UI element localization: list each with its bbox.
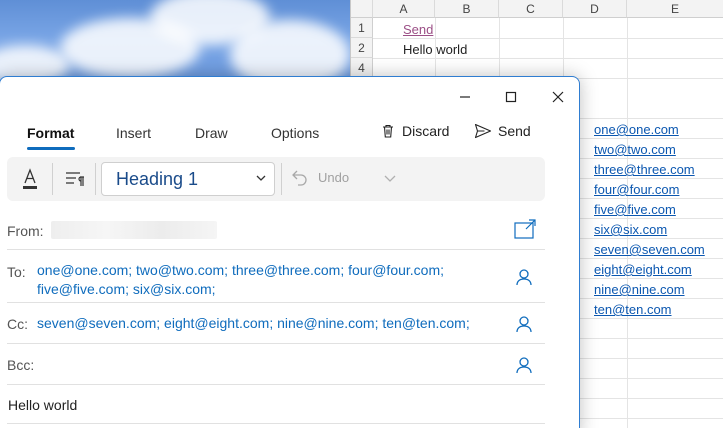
to-address-book-button[interactable] (515, 268, 533, 286)
send-label: Send (498, 123, 531, 139)
tab-options[interactable]: Options (271, 125, 319, 141)
bcc-label: Bcc: (7, 357, 35, 373)
email-cell[interactable]: six@six.com (594, 222, 667, 237)
column-header-d[interactable]: D (563, 0, 627, 18)
to-recipients-line: five@five.com; six@six.com; (37, 281, 216, 297)
from-account-redacted[interactable] (51, 221, 217, 239)
paragraph-format-button[interactable] (63, 167, 87, 191)
send-icon (474, 123, 492, 139)
cell-a1-send-link[interactable]: Send (403, 22, 433, 37)
maximize-button[interactable] (493, 83, 529, 111)
from-row: From: (7, 210, 545, 250)
format-ribbon: Heading 1 Undo (7, 157, 545, 201)
font-color-button[interactable] (19, 165, 41, 193)
style-value: Heading 1 (116, 169, 199, 189)
person-icon (516, 357, 532, 374)
discard-button[interactable]: Discard (380, 123, 449, 139)
select-all-corner[interactable] (351, 0, 373, 18)
to-recipients-line: one@one.com; two@two.com; three@three.co… (37, 262, 445, 278)
cc-label: Cc: (7, 316, 28, 332)
chevron-down-icon (256, 163, 266, 195)
discard-label: Discard (402, 123, 450, 139)
email-cell[interactable]: ten@ten.com (594, 302, 672, 317)
email-cell[interactable]: nine@nine.com (594, 282, 685, 297)
to-row: To: one@one.com; two@two.com; three@thre… (7, 250, 545, 303)
tab-draw[interactable]: Draw (195, 125, 228, 141)
paragraph-icon (66, 172, 84, 186)
close-icon (552, 91, 564, 103)
email-cell[interactable]: two@two.com (594, 142, 676, 157)
undo-icon (292, 170, 307, 186)
cc-address-book-button[interactable] (515, 315, 533, 333)
email-cell[interactable]: one@one.com (594, 122, 679, 137)
to-recipients[interactable]: one@one.com; two@two.com; three@three.co… (37, 261, 444, 299)
send-button[interactable]: Send (474, 123, 531, 139)
email-cell[interactable]: four@four.com (594, 182, 679, 197)
row-header-2[interactable]: 2 (351, 38, 373, 58)
cc-row: Cc: seven@seven.com; eight@eight.com; ni… (7, 303, 545, 344)
message-body[interactable]: Hello world (8, 397, 77, 413)
from-label: From: (7, 223, 44, 239)
minimize-button[interactable] (447, 83, 483, 111)
active-tab-indicator (27, 147, 75, 150)
email-cell[interactable]: seven@seven.com (594, 242, 705, 257)
column-header-e[interactable]: E (627, 0, 723, 18)
bcc-address-book-button[interactable] (515, 356, 533, 374)
cell-a2[interactable]: Hello world (403, 42, 467, 57)
bcc-input[interactable] (43, 350, 503, 378)
minimize-icon (460, 96, 470, 98)
to-label: To: (7, 264, 26, 280)
compose-window: Format Insert Draw Options Discard Send … (0, 76, 580, 428)
row-header-1[interactable]: 1 (351, 18, 373, 38)
person-icon (516, 269, 532, 286)
pop-out-button[interactable] (513, 218, 537, 242)
undo-button[interactable]: Undo (290, 167, 349, 187)
trash-icon (383, 124, 393, 138)
column-header-b[interactable]: B (435, 0, 499, 18)
email-cell[interactable]: five@five.com (594, 202, 676, 217)
desktop-wallpaper (0, 0, 360, 80)
cc-recipients[interactable]: seven@seven.com; eight@eight.com; nine@n… (37, 314, 470, 333)
tab-format[interactable]: Format (27, 125, 74, 141)
email-cell[interactable]: eight@eight.com (594, 262, 692, 277)
chevron-down-icon (384, 175, 396, 182)
email-cell[interactable]: three@three.com (594, 162, 695, 177)
close-button[interactable] (540, 83, 576, 111)
column-header-a[interactable]: A (373, 0, 435, 18)
row-header-4[interactable]: 4 (351, 58, 373, 78)
undo-dropdown-button[interactable] (383, 171, 399, 187)
undo-label: Undo (318, 169, 350, 185)
tab-insert[interactable]: Insert (116, 125, 151, 141)
bcc-row: Bcc: (7, 344, 545, 385)
font-color-icon (23, 168, 37, 189)
person-icon (516, 316, 532, 333)
pop-out-icon (514, 219, 536, 239)
column-header-c[interactable]: C (499, 0, 563, 18)
paragraph-style-select[interactable]: Heading 1 (101, 162, 275, 196)
maximize-icon (505, 91, 517, 103)
